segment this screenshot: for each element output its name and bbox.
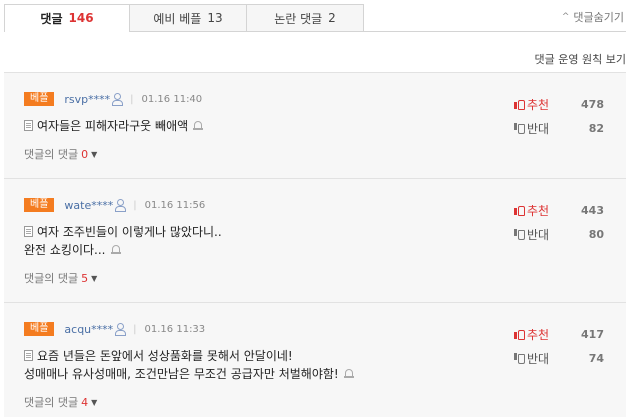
hide-comments-link[interactable]: ^ 댓글숨기기 xyxy=(562,9,624,25)
tab-comments[interactable]: 댓글 146 xyxy=(4,4,130,32)
replies-count: 5 xyxy=(81,271,89,285)
thumbs-up-icon xyxy=(514,205,525,216)
user-icon xyxy=(115,323,127,336)
comment-line: 완전 쇼킹이다... xyxy=(24,241,484,259)
comment-time: 01.16 11:40 xyxy=(141,93,203,105)
comment-line: 요즘 년들은 돈앞에서 성상품화를 못해서 안달이네! xyxy=(24,347,484,365)
downvote-count: 80 xyxy=(588,227,604,241)
thumbs-up-icon xyxy=(514,329,525,340)
tab-label: 논란 댓글 xyxy=(274,11,323,26)
report-icon[interactable] xyxy=(343,369,354,379)
chevron-down-icon: ▼ xyxy=(91,149,98,159)
document-icon xyxy=(24,350,33,361)
downvote-label: 반대 xyxy=(527,227,550,242)
document-icon xyxy=(24,120,33,131)
user-icon xyxy=(112,93,124,106)
tab-label: 댓글 xyxy=(40,11,63,26)
replies-count: 0 xyxy=(81,147,89,161)
replies-toggle[interactable]: 댓글의 댓글 4 ▼ xyxy=(24,394,97,410)
comment-meta: 베플 acqu**** | 01.16 11:33 xyxy=(24,322,205,336)
upvote-label: 추천 xyxy=(527,203,550,218)
tab-reserve-best[interactable]: 예비 베플 13 xyxy=(130,4,247,32)
tab-count: 146 xyxy=(68,11,94,25)
comment-body: 여자 조주빈들이 이렇게나 많았다니.. 완전 쇼킹이다... xyxy=(24,223,484,259)
chevron-down-icon: ▼ xyxy=(91,273,98,283)
upvote-count: 478 xyxy=(581,97,604,111)
hide-comments-label: 댓글숨기기 xyxy=(573,11,624,24)
comment-body: 요즘 년들은 돈앞에서 성상품화를 못해서 안달이네! 성매매나 유사성매매, … xyxy=(24,347,484,383)
comment-text: 여자 조주빈들이 이렇게나 많았다니.. xyxy=(37,225,222,239)
downvote-button[interactable]: 반대 82 xyxy=(514,116,604,140)
tab-count: 13 xyxy=(207,11,223,25)
upvote-button[interactable]: 추천 417 xyxy=(514,322,604,346)
replies-toggle[interactable]: 댓글의 댓글 0 ▼ xyxy=(24,146,97,162)
upvote-count: 443 xyxy=(581,203,604,217)
comment-text: 성매매나 유사성매매, 조건만남은 무조건 공급자만 처벌해야함! xyxy=(24,367,339,381)
thumbs-down-icon xyxy=(514,123,525,134)
upvote-button[interactable]: 추천 443 xyxy=(514,198,604,222)
tab-label: 예비 베플 xyxy=(153,11,202,26)
vote-panel: 추천 443 반대 80 xyxy=(514,198,604,246)
downvote-button[interactable]: 반대 80 xyxy=(514,222,604,246)
caret-up-icon: ^ xyxy=(561,12,570,22)
document-icon xyxy=(24,226,33,237)
replies-toggle[interactable]: 댓글의 댓글 5 ▼ xyxy=(24,270,97,286)
comment-meta: 베플 wate**** | 01.16 11:56 xyxy=(24,198,205,212)
thumbs-down-icon xyxy=(514,229,525,240)
comment-item: 베플 acqu**** | 01.16 11:33 요즘 년들은 돈앞에서 성상… xyxy=(4,303,626,417)
meta-separator: | xyxy=(130,93,134,105)
best-badge: 베플 xyxy=(24,322,55,336)
comment-time: 01.16 11:33 xyxy=(144,323,206,335)
replies-label: 댓글의 댓글 xyxy=(24,396,79,409)
comment-item: 베플 rsvp**** | 01.16 11:40 여자들은 피해자라구웃 빼애… xyxy=(4,73,626,179)
comment-text: 여자들은 피해자라구웃 빼애액 xyxy=(37,119,189,133)
comment-list: 베플 rsvp**** | 01.16 11:40 여자들은 피해자라구웃 빼애… xyxy=(4,72,626,417)
downvote-button[interactable]: 반대 74 xyxy=(514,346,604,370)
downvote-label: 반대 xyxy=(527,351,550,366)
best-badge: 베플 xyxy=(24,198,55,212)
report-icon[interactable] xyxy=(110,245,121,255)
upvote-count: 417 xyxy=(581,327,604,341)
comment-body: 여자들은 피해자라구웃 빼애액 xyxy=(24,117,484,135)
downvote-count: 74 xyxy=(588,351,604,365)
tabs-divider-gap xyxy=(5,31,129,32)
comment-author[interactable]: rsvp**** xyxy=(64,93,110,106)
comment-line: 여자 조주빈들이 이렇게나 많았다니.. xyxy=(24,223,484,241)
report-icon[interactable] xyxy=(193,121,204,131)
meta-separator: | xyxy=(133,323,137,335)
comment-text: 완전 쇼킹이다... xyxy=(24,243,106,257)
comment-line: 성매매나 유사성매매, 조건만남은 무조건 공급자만 처벌해야함! xyxy=(24,365,484,383)
downvote-label: 반대 xyxy=(527,121,550,136)
replies-count: 4 xyxy=(81,395,89,409)
upvote-label: 추천 xyxy=(527,327,550,342)
tab-count: 2 xyxy=(328,11,336,25)
comment-meta: 베플 rsvp**** | 01.16 11:40 xyxy=(24,92,202,106)
downvote-count: 82 xyxy=(588,121,604,135)
user-icon xyxy=(115,199,127,212)
vote-panel: 추천 417 반대 74 xyxy=(514,322,604,370)
best-badge: 베플 xyxy=(24,92,55,106)
thumbs-up-icon xyxy=(514,99,525,110)
replies-label: 댓글의 댓글 xyxy=(24,272,79,285)
comment-rules-link[interactable]: 댓글 운영 원칙 보기 xyxy=(535,51,626,67)
comment-author[interactable]: acqu**** xyxy=(64,323,113,336)
replies-label: 댓글의 댓글 xyxy=(24,148,79,161)
comment-line: 여자들은 피해자라구웃 빼애액 xyxy=(24,117,484,135)
meta-separator: | xyxy=(133,199,137,211)
chevron-down-icon: ▼ xyxy=(91,397,98,407)
comment-author[interactable]: wate**** xyxy=(64,199,113,212)
upvote-label: 추천 xyxy=(527,97,550,112)
thumbs-down-icon xyxy=(514,353,525,364)
comment-text: 요즘 년들은 돈앞에서 성상품화를 못해서 안달이네! xyxy=(37,349,293,363)
comment-item: 베플 wate**** | 01.16 11:56 여자 조주빈들이 이렇게나 … xyxy=(4,179,626,303)
tab-controversial[interactable]: 논란 댓글 2 xyxy=(247,4,364,32)
comment-time: 01.16 11:56 xyxy=(144,199,206,211)
vote-panel: 추천 478 반대 82 xyxy=(514,92,604,140)
comment-tabs: 댓글 146 예비 베플 13 논란 댓글 2 xyxy=(4,4,364,32)
upvote-button[interactable]: 추천 478 xyxy=(514,92,604,116)
